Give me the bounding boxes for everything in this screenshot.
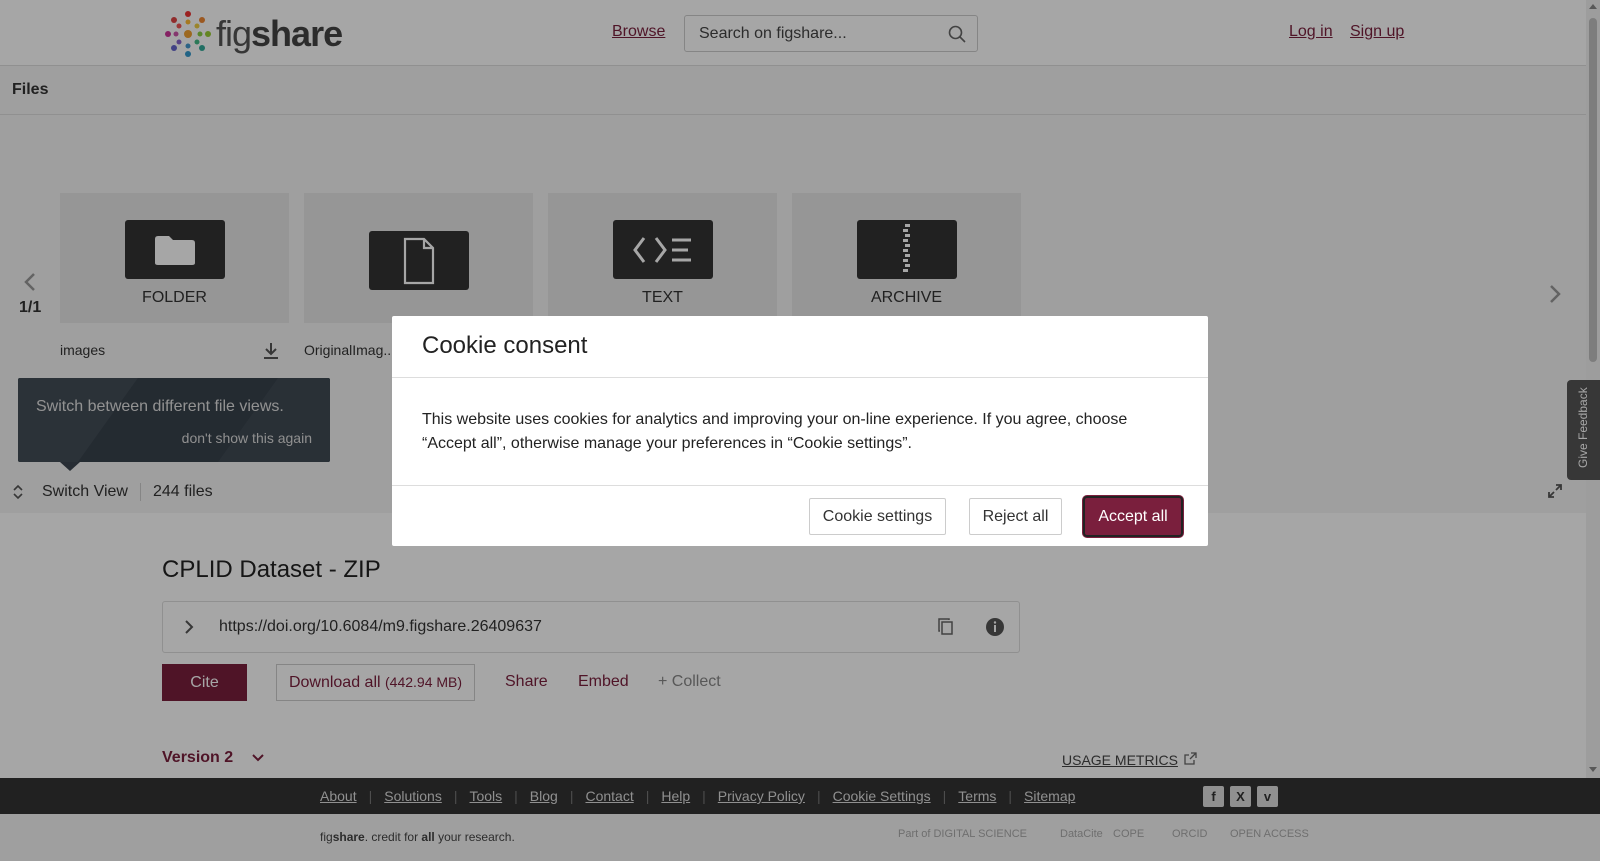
reject-all-button[interactable]: Reject all: [969, 498, 1062, 535]
accept-all-button[interactable]: Accept all: [1083, 496, 1183, 537]
dialog-divider: [392, 377, 1208, 378]
dialog-divider: [392, 485, 1208, 486]
cookie-dialog-body: This website uses cookies for analytics …: [422, 411, 1128, 452]
cookie-settings-button[interactable]: Cookie settings: [809, 498, 946, 535]
cookie-consent-dialog: Cookie consent This website uses cookies…: [392, 316, 1208, 546]
cookie-dialog-title: Cookie consent: [422, 332, 588, 359]
